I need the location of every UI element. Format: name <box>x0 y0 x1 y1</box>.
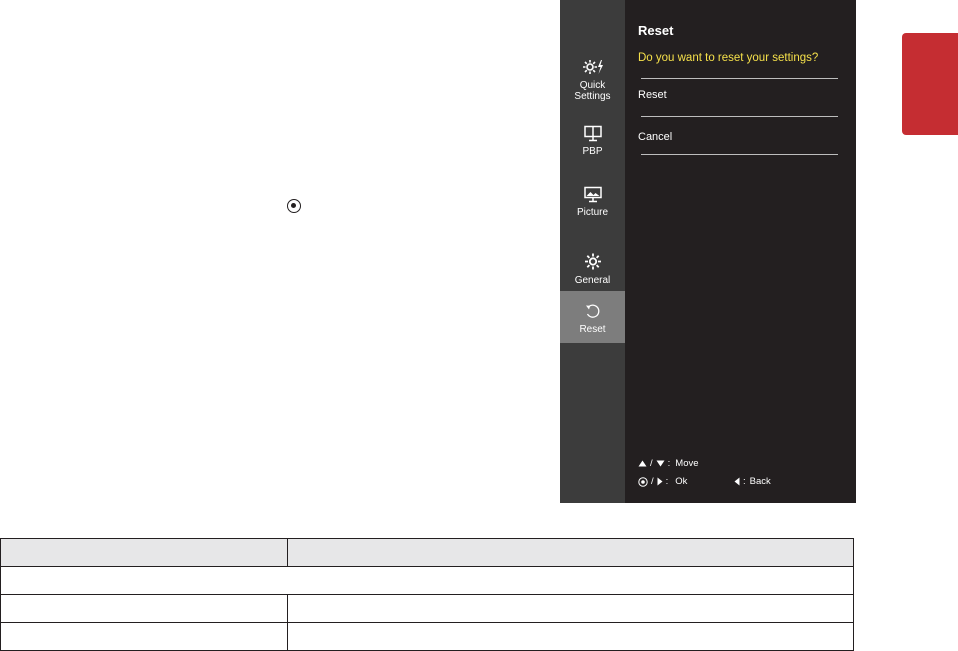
arrow-up-icon <box>638 460 647 467</box>
table-cell <box>0 594 288 623</box>
table-cell <box>287 622 854 651</box>
osd-menu: Quick Settings PBP Picture General Reset… <box>560 0 856 503</box>
pbp-icon <box>583 125 602 142</box>
nav-item-general[interactable]: General <box>560 252 625 292</box>
arrow-down-icon <box>656 460 665 467</box>
nav-item-pbp[interactable]: PBP <box>560 125 625 165</box>
ok-label: Ok <box>675 476 688 487</box>
joystick-icon <box>638 476 648 487</box>
back-label: Back <box>749 476 771 487</box>
hint-colon: : <box>743 476 746 487</box>
table-header-row <box>0 538 854 567</box>
table-cell <box>0 622 288 651</box>
nav-item-picture[interactable]: Picture <box>560 186 625 226</box>
move-label: Move <box>675 458 699 469</box>
panel-title: Reset <box>638 23 674 38</box>
table-cell <box>287 594 854 623</box>
table-row <box>0 566 854 595</box>
language-tab <box>902 33 958 135</box>
divider <box>641 116 838 117</box>
reset-question: Do you want to reset your settings? <box>638 52 819 64</box>
divider <box>641 154 838 155</box>
gear-icon <box>584 253 601 270</box>
divider <box>641 78 838 79</box>
reset-panel: Reset Do you want to reset your settings… <box>625 0 856 503</box>
osd-sidebar: Quick Settings PBP Picture General Reset <box>560 0 625 503</box>
cancel-option[interactable]: Cancel <box>638 131 672 143</box>
nav-item-reset[interactable]: Reset <box>560 291 625 343</box>
arrow-right-icon <box>657 477 663 486</box>
table-row <box>0 594 854 623</box>
arrow-left-icon <box>734 477 740 486</box>
quick-settings-icon <box>582 60 603 74</box>
joystick-button-icon <box>287 199 301 213</box>
nav-label: Quick <box>579 80 606 91</box>
hint-colon: : <box>665 476 669 487</box>
table-header-cell <box>0 538 288 567</box>
nav-label: General <box>574 275 611 286</box>
nav-label: PBP <box>582 146 603 157</box>
picture-icon <box>583 186 602 203</box>
hint-separator: / <box>650 458 653 469</box>
nav-item-quick-settings[interactable]: Quick Settings <box>560 58 625 108</box>
hint-separator: / <box>651 476 654 487</box>
nav-label: Reset <box>579 324 606 335</box>
settings-table <box>0 538 854 651</box>
table-row <box>0 622 854 651</box>
move-hint: / : Move <box>638 458 699 469</box>
nav-label: Settings <box>574 91 611 102</box>
reset-icon <box>585 304 599 318</box>
nav-label: Picture <box>576 207 609 218</box>
hint-colon: : <box>667 458 671 469</box>
reset-option[interactable]: Reset <box>638 89 667 101</box>
back-hint: : Back <box>734 476 771 487</box>
ok-hint: / : Ok <box>638 476 687 487</box>
table-header-cell <box>287 538 854 567</box>
table-cell <box>0 566 854 595</box>
